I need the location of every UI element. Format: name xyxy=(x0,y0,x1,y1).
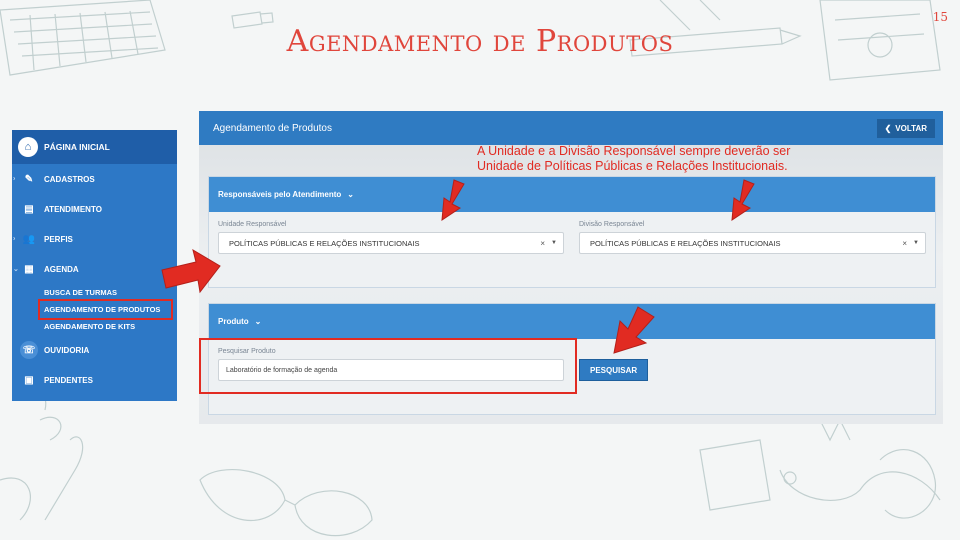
pencil-icon: ✎ xyxy=(24,173,34,185)
arrow-right-icon xyxy=(161,248,221,294)
divisao-label: Divisão Responsável xyxy=(579,221,645,228)
arrow-down-icon xyxy=(731,179,755,221)
sidebar-item-label: Cadastros xyxy=(44,174,95,184)
calendar-icon: ▦ xyxy=(24,263,34,275)
produto-heading: Produto xyxy=(218,317,249,326)
responsaveis-card: Responsáveis pelo Atendimento ⌄ Unidade … xyxy=(208,176,936,288)
chevron-left-icon: ❮ xyxy=(884,124,892,133)
divisao-select[interactable]: POLÍTICAS PÚBLICAS E RELAÇÕES INSTITUCIO… xyxy=(579,232,926,254)
sidebar-subitem-agendamento-produtos[interactable]: Agendamento de Produtos xyxy=(38,299,173,320)
back-button-label: VOLTAR xyxy=(895,124,927,133)
unidade-value: POLÍTICAS PÚBLICAS E RELAÇÕES INSTITUCIO… xyxy=(229,238,420,248)
users-icon: 👥 xyxy=(22,233,36,245)
back-button[interactable]: ❮ VOLTAR xyxy=(876,119,935,138)
sidebar-item-label: Pendentes xyxy=(44,375,93,385)
arrow-down-icon xyxy=(613,306,655,354)
arrow-down-icon xyxy=(441,179,465,221)
responsaveis-header[interactable]: Responsáveis pelo Atendimento ⌄ xyxy=(209,177,935,212)
sidebar-item-label: Perfis xyxy=(44,234,73,244)
annotation-note: A Unidade e a Divisão Responsável sempre… xyxy=(477,144,857,174)
sidebar-item-label: Página Inicial xyxy=(44,142,110,152)
sidebar-item-label: Ouvidoria xyxy=(44,345,90,355)
app-header: Agendamento de Produtos ❮ VOLTAR xyxy=(199,111,943,145)
unidade-label: Unidade Responsável xyxy=(218,221,287,228)
sidebar-item-label: Agenda xyxy=(44,264,79,274)
chevron-down-icon: ⌄ xyxy=(254,317,262,326)
sidebar-item-home[interactable]: ⌂ Página Inicial xyxy=(12,130,177,164)
highlight-box-search xyxy=(199,338,577,394)
ear-icon: ☏ xyxy=(20,341,38,359)
unidade-select[interactable]: POLÍTICAS PÚBLICAS E RELAÇÕES INSTITUCIO… xyxy=(218,232,564,254)
chevron-down-icon: ⌄ xyxy=(13,266,19,273)
chevron-right-icon: › xyxy=(13,175,16,183)
badge-icon: ▣ xyxy=(24,374,34,386)
responsaveis-heading: Responsáveis pelo Atendimento xyxy=(218,190,342,199)
sidebar-item-agenda[interactable]: ⌄ ▦ Agenda xyxy=(12,254,177,284)
search-button[interactable]: PESQUISAR xyxy=(579,359,649,381)
clear-icon[interactable]: × xyxy=(902,239,907,248)
sidebar-item-ouvidoria[interactable]: ☏ Ouvidoria xyxy=(12,335,177,365)
annotation-line-2: Unidade de Políticas Públicas e Relações… xyxy=(477,159,788,173)
sidebar: ⌂ Página Inicial › ✎ Cadastros ▤ Atendim… xyxy=(12,130,177,401)
annotation-line-1: A Unidade e a Divisão Responsável sempre… xyxy=(477,144,791,158)
chevron-down-icon: ⌄ xyxy=(347,190,354,199)
page-title: Agendamento de Produtos xyxy=(213,122,332,134)
sidebar-item-cadastros[interactable]: › ✎ Cadastros xyxy=(12,164,177,194)
clipboard-icon: ▤ xyxy=(24,203,34,215)
divisao-value: POLÍTICAS PÚBLICAS E RELAÇÕES INSTITUCIO… xyxy=(590,238,781,248)
clear-icon[interactable]: × xyxy=(540,239,545,248)
sidebar-item-pendentes[interactable]: ▣ Pendentes xyxy=(12,365,177,395)
produto-header[interactable]: Produto ⌄ xyxy=(209,304,935,339)
sidebar-subitem-agendamento-kits[interactable]: Agendamento de Kits xyxy=(12,318,177,335)
sidebar-item-perfis[interactable]: › 👥 Perfis xyxy=(12,224,177,254)
sidebar-item-atendimento[interactable]: ▤ Atendimento xyxy=(12,194,177,224)
slide-title: Agendamento de Produtos xyxy=(286,24,674,59)
sidebar-subitem-busca-turmas[interactable]: Busca de Turmas xyxy=(12,284,177,301)
sidebar-item-label: Atendimento xyxy=(44,204,102,214)
dropdown-arrow-icon[interactable]: ▼ xyxy=(913,240,919,246)
home-icon: ⌂ xyxy=(18,137,38,157)
chevron-right-icon: › xyxy=(13,235,16,243)
slide-number: 15 xyxy=(932,10,948,24)
dropdown-arrow-icon[interactable]: ▼ xyxy=(551,240,557,246)
